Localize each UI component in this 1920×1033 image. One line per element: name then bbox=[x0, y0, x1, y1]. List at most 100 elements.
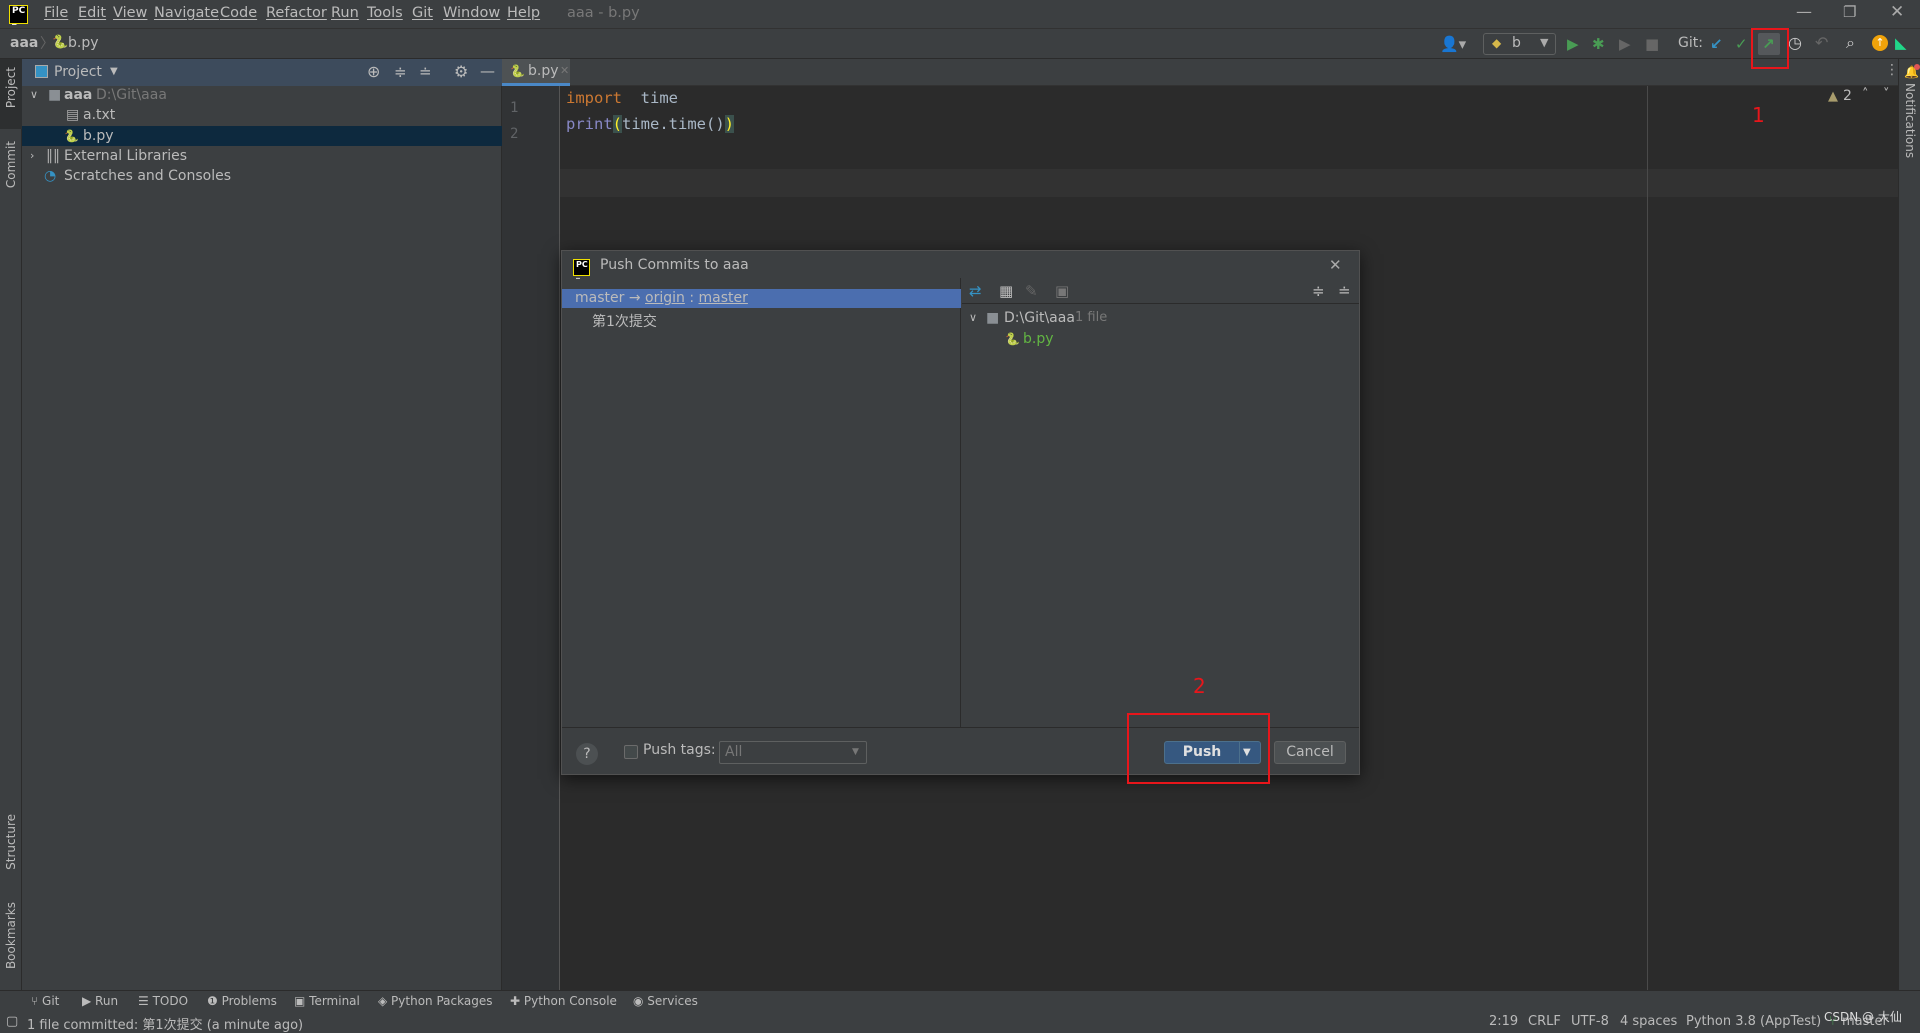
menu-refactor[interactable]: Refactor bbox=[266, 5, 327, 21]
tool-git[interactable]: ⑂ Git bbox=[31, 994, 59, 1008]
tool-commit-label[interactable]: Commit bbox=[4, 141, 18, 188]
chevron-down-icon[interactable]: ˅ bbox=[1883, 87, 1890, 102]
minimize-icon[interactable]: — bbox=[1796, 2, 1812, 21]
annotation-box-1 bbox=[1751, 28, 1789, 69]
chevron-down-icon: ∨ bbox=[30, 88, 39, 101]
tree-item-external-libraries[interactable]: › ‖‖ External Libraries bbox=[22, 146, 502, 166]
tool-python-packages[interactable]: ◈ Python Packages bbox=[378, 994, 492, 1008]
dialog-title: Push Commits to aaa bbox=[600, 257, 749, 273]
file-encoding[interactable]: UTF-8 bbox=[1571, 1014, 1609, 1029]
cancel-button[interactable]: Cancel bbox=[1274, 741, 1346, 764]
push-tags-select[interactable]: All ▼ bbox=[719, 741, 867, 764]
breadcrumb-file[interactable]: b.py bbox=[68, 35, 99, 51]
right-tool-strip: 🔔 Notifications bbox=[1898, 59, 1920, 990]
tool-notifications-label[interactable]: Notifications bbox=[1903, 83, 1917, 158]
tool-project-label[interactable]: Project bbox=[4, 67, 18, 108]
tree-item-a-txt[interactable]: ▤ a.txt bbox=[22, 105, 502, 125]
edit-icon[interactable]: ✎ bbox=[1025, 283, 1038, 299]
menu-code[interactable]: Code bbox=[220, 5, 257, 21]
collapse-all-icon[interactable]: ≐ bbox=[1338, 283, 1351, 299]
group-by-icon[interactable]: ▦ bbox=[999, 283, 1013, 299]
user-icon[interactable]: 👤▾ bbox=[1440, 36, 1466, 52]
help-button[interactable]: ? bbox=[576, 743, 598, 765]
code-text: time.time() bbox=[622, 115, 725, 133]
commit-item[interactable]: 第1次提交 bbox=[592, 311, 657, 331]
remote-link[interactable]: origin bbox=[645, 290, 685, 306]
locate-icon[interactable]: ⊕ bbox=[367, 64, 380, 80]
project-view-selector[interactable]: Project bbox=[54, 64, 102, 80]
menu-edit[interactable]: Edit bbox=[78, 5, 106, 21]
debug-icon[interactable]: ✱ bbox=[1592, 36, 1605, 52]
gear-icon[interactable]: ⚙ bbox=[454, 64, 468, 80]
folder-icon: ■ bbox=[48, 87, 62, 103]
menu-navigate[interactable]: Navigate bbox=[154, 5, 219, 21]
expand-all-icon[interactable]: ≑ bbox=[1312, 283, 1325, 299]
tree-item-label: Scratches and Consoles bbox=[64, 168, 231, 184]
branch-row[interactable]: master → origin : master bbox=[562, 289, 961, 308]
warning-icon[interactable]: ▲ bbox=[1828, 89, 1838, 104]
push-tags-checkbox[interactable] bbox=[624, 745, 638, 759]
tool-terminal[interactable]: ▣ Terminal bbox=[294, 994, 360, 1008]
caret-position[interactable]: 2:19 bbox=[1489, 1014, 1518, 1029]
menu-run[interactable]: Run bbox=[331, 5, 359, 21]
status-bar: ▢ 1 file committed: 第1次提交 (a minute ago)… bbox=[0, 1010, 1920, 1033]
git-update-icon[interactable]: ↙ bbox=[1710, 36, 1723, 52]
expand-all-icon[interactable]: ≑ bbox=[394, 64, 407, 80]
tool-structure-label[interactable]: Structure bbox=[4, 814, 18, 870]
changes-root[interactable]: ∨ ■ D:\Git\aaa 1 file bbox=[962, 308, 1359, 328]
close-icon[interactable]: ✕ bbox=[1890, 2, 1904, 22]
restore-icon[interactable]: ❐ bbox=[1843, 3, 1856, 21]
tab-label: b.py bbox=[528, 63, 559, 79]
more-icon[interactable]: ⋮ bbox=[1885, 62, 1899, 78]
menu-tools[interactable]: Tools bbox=[367, 5, 403, 21]
git-commit-icon[interactable]: ✓ bbox=[1735, 36, 1748, 52]
rollback-icon[interactable]: ↶ bbox=[1815, 35, 1828, 51]
breadcrumb-project[interactable]: aaa bbox=[10, 35, 38, 51]
chevron-up-icon[interactable]: ˄ bbox=[1862, 87, 1869, 102]
tree-item-scratches[interactable]: ◔ Scratches and Consoles bbox=[22, 166, 502, 186]
close-icon[interactable]: ✕ bbox=[1329, 256, 1342, 274]
code-line-2: print(time.time()) bbox=[566, 115, 735, 133]
line-separator[interactable]: CRLF bbox=[1528, 1014, 1561, 1029]
menu-window[interactable]: Window bbox=[443, 5, 500, 21]
tree-item-b-py[interactable]: 🐍 b.py bbox=[22, 126, 502, 146]
diff-icon[interactable]: ⇄ bbox=[969, 283, 982, 299]
warning-count[interactable]: 2 bbox=[1843, 88, 1852, 104]
preview-icon[interactable]: ▣ bbox=[1055, 283, 1069, 299]
line-number: 1 bbox=[510, 100, 519, 116]
menu-view[interactable]: View bbox=[113, 5, 147, 21]
coverage-icon[interactable]: ▶ bbox=[1619, 36, 1631, 52]
status-message[interactable]: 1 file committed: 第1次提交 (a minute ago) bbox=[27, 1014, 303, 1033]
status-toggle-icon[interactable]: ▢ bbox=[6, 1014, 18, 1029]
tool-run[interactable]: ▶ Run bbox=[82, 994, 118, 1008]
run-config-selector[interactable]: ◆ b ▼ bbox=[1483, 33, 1556, 55]
tab-b-py[interactable]: 🐍 b.py ✕ bbox=[502, 59, 570, 86]
close-icon[interactable]: ✕ bbox=[560, 64, 569, 77]
menu-file[interactable]: File bbox=[44, 5, 68, 21]
run-config-name: b bbox=[1512, 35, 1521, 51]
remote-branch-link[interactable]: master bbox=[699, 290, 748, 306]
indent-setting[interactable]: 4 spaces bbox=[1620, 1014, 1677, 1029]
chevron-down-icon[interactable]: ▼ bbox=[110, 66, 118, 77]
tree-item-aaa[interactable]: ∨ ■ aaa D:\Git\aaa bbox=[22, 85, 502, 105]
stop-icon[interactable]: ■ bbox=[1645, 36, 1659, 52]
toolbox-icon[interactable]: ◣ bbox=[1895, 35, 1907, 51]
search-icon[interactable]: ⌕ bbox=[1846, 35, 1855, 51]
collapse-all-icon[interactable]: ≐ bbox=[419, 64, 432, 80]
tree-item-label: a.txt bbox=[83, 107, 116, 123]
tool-services[interactable]: ◉ Services bbox=[633, 994, 698, 1008]
tool-problems[interactable]: ❶ Problems bbox=[207, 994, 277, 1008]
python-icon: ◆ bbox=[1492, 36, 1502, 50]
tool-bookmarks-label[interactable]: Bookmarks bbox=[4, 902, 18, 969]
history-icon[interactable]: ◷ bbox=[1788, 35, 1802, 51]
hide-icon[interactable]: — bbox=[480, 63, 495, 79]
tool-todo[interactable]: ☰ TODO bbox=[138, 994, 188, 1008]
ide-update-icon[interactable]: ↑ bbox=[1872, 35, 1888, 51]
menu-git[interactable]: Git bbox=[412, 5, 433, 21]
run-icon[interactable]: ▶ bbox=[1567, 36, 1579, 52]
tree-item-label: aaa bbox=[64, 87, 93, 103]
python-interpreter[interactable]: Python 3.8 (AppTest) bbox=[1686, 1014, 1821, 1029]
tool-python-console[interactable]: ✚ Python Console bbox=[510, 994, 617, 1008]
menu-help[interactable]: Help bbox=[507, 5, 540, 21]
changed-file[interactable]: 🐍 b.py bbox=[962, 329, 1359, 349]
